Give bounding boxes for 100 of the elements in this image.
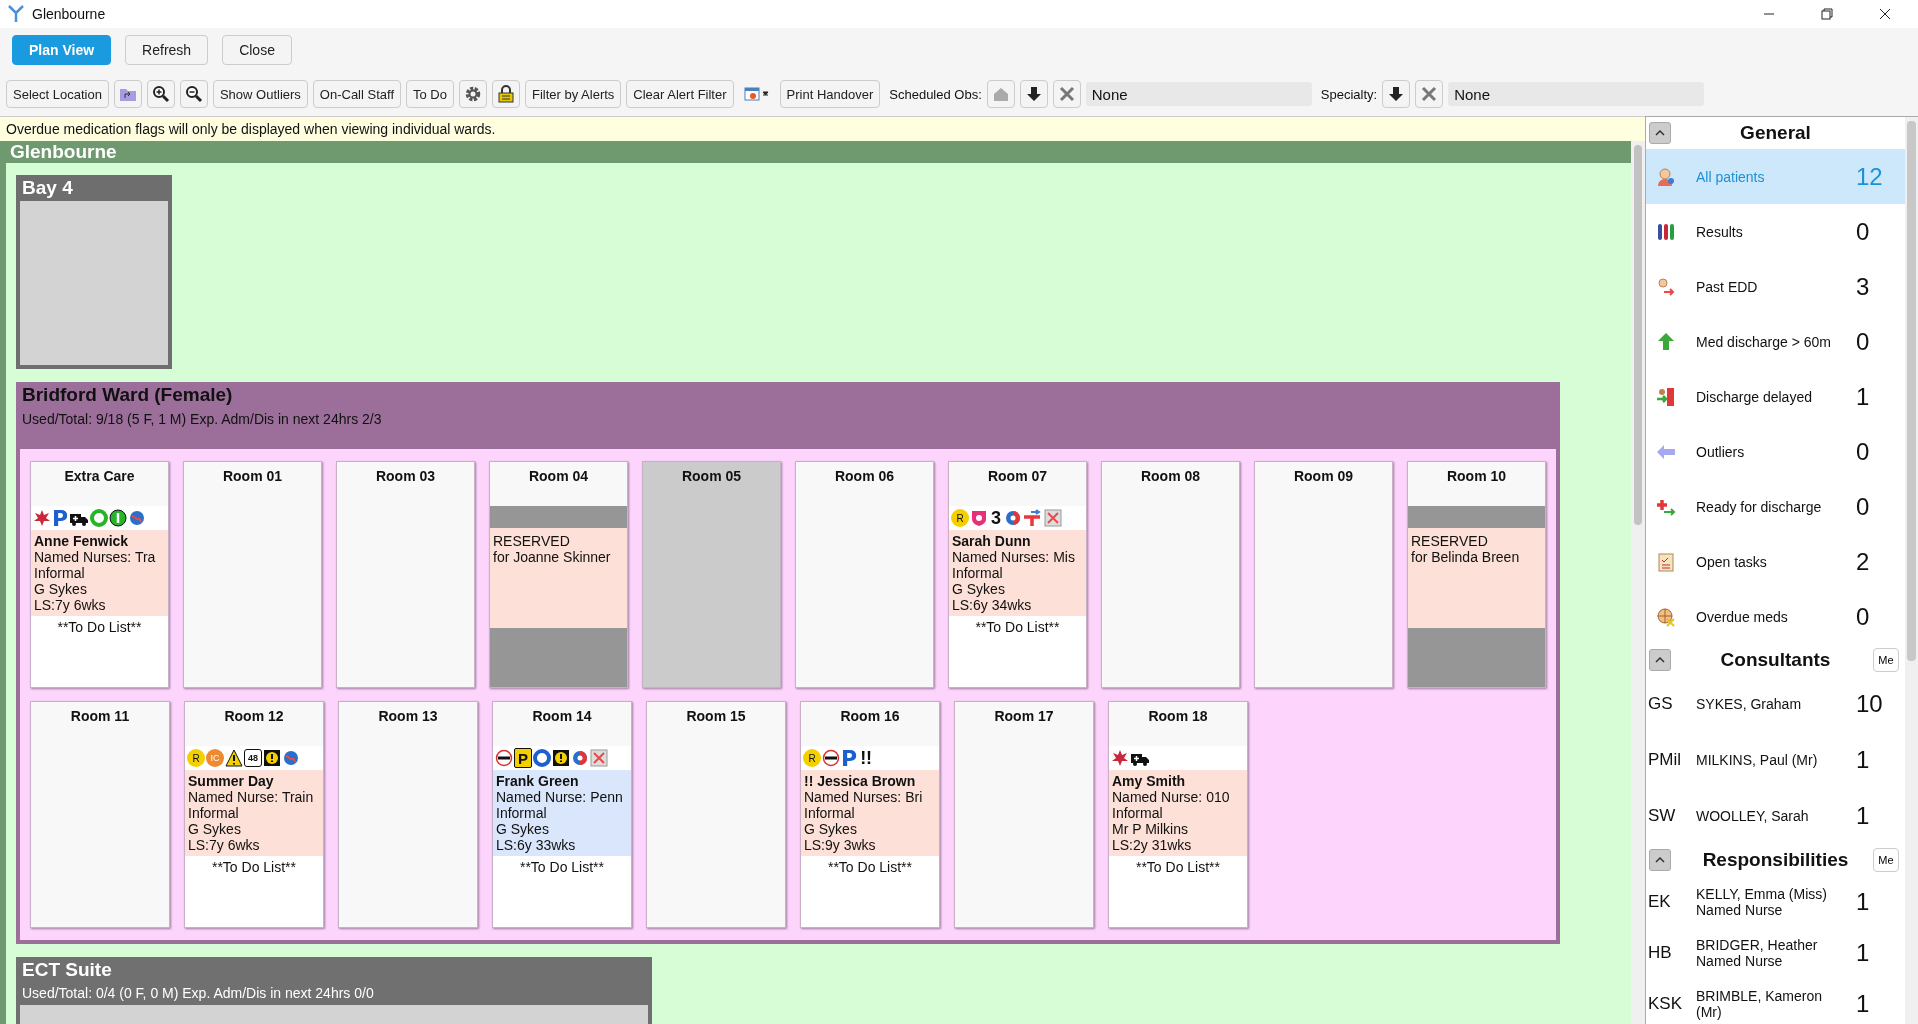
scrollbar[interactable]	[1905, 117, 1918, 1024]
room-title: Room 01	[184, 462, 321, 506]
toolbar-label: Scheduled Obs:	[889, 86, 982, 102]
toolbar-button[interactable]: To Do	[406, 80, 454, 108]
room-card[interactable]: Extra Care P Anne Fenwick Named Nurses: Tra Informal G Sykes LS:7y 6wks **To Do List**	[30, 461, 169, 688]
cross-icon	[1044, 509, 1062, 527]
patient-name: Summer Day	[188, 773, 275, 789]
settings-icon[interactable]	[459, 80, 487, 108]
staff-count: 1	[1856, 989, 1871, 1018]
toolbar-button[interactable]: Show Outliers	[212, 80, 308, 108]
reservation-text: for Belinda Breen	[1411, 549, 1521, 565]
room-title: Room 16	[801, 702, 939, 746]
room-card[interactable]: Room 07 R 3 Sarah Dunn Named Nurses: Mis Informal G Sykes LS:6y 34wks **To Do List**	[948, 461, 1087, 688]
restore-icon[interactable]	[1821, 8, 1833, 20]
patient-detail: Named Nurse: Penn	[496, 789, 624, 805]
filter-item[interactable]: Overdue meds 0	[1646, 589, 1905, 644]
toolbar-button[interactable]: On-Call Staff	[312, 80, 401, 108]
filter-item[interactable]: Results 0	[1646, 204, 1905, 259]
collapse-button[interactable]	[1649, 849, 1671, 871]
me-button[interactable]: Me	[1873, 848, 1899, 872]
staff-name: MILKINS, Paul (Mr)	[1696, 752, 1818, 768]
room-card[interactable]: Room 15	[646, 701, 786, 928]
toolbar-button[interactable]: Clear Alert Filter	[626, 80, 734, 108]
split-circle-icon	[1004, 509, 1022, 527]
staff-item[interactable]: EK KELLY, Emma (Miss) Named Nurse 1	[1646, 876, 1905, 927]
todo-link[interactable]: **To Do List**	[31, 616, 168, 635]
room-title: Room 12	[185, 702, 323, 746]
room-card[interactable]: Room 17	[954, 701, 1094, 928]
room-card[interactable]: Room 13	[338, 701, 478, 928]
patient-detail: Named Nurses: Mis	[952, 549, 1076, 565]
todo-link[interactable]: **To Do List**	[949, 616, 1086, 635]
me-button[interactable]: Me	[1873, 648, 1899, 672]
ring-icon	[533, 749, 551, 767]
patient-name: Frank Green	[496, 773, 580, 789]
zoom-in-icon[interactable]	[146, 80, 175, 108]
room-card[interactable]: Room 10 RESERVED for Belinda Breen	[1407, 461, 1546, 688]
suite-title: ECT Suite	[21, 958, 113, 982]
collapse-button[interactable]	[1649, 649, 1671, 671]
todo-link[interactable]: **To Do List**	[801, 856, 939, 875]
room-card[interactable]: Room 03	[336, 461, 475, 688]
caret-icon	[1655, 857, 1665, 863]
filter-item[interactable]: Outliers 0	[1646, 424, 1905, 479]
filter-item[interactable]: Past EDD 3	[1646, 259, 1905, 314]
reservation-text: RESERVED	[493, 533, 571, 549]
scrollbar[interactable]	[1631, 141, 1645, 1024]
collapse-button[interactable]	[1649, 122, 1671, 144]
splat-icon	[33, 509, 51, 527]
close-icon[interactable]	[1879, 8, 1891, 20]
staff-role: Named Nurse	[1696, 901, 1783, 918]
flag-text: !!	[859, 749, 874, 767]
staff-item[interactable]: SW WOOLLEY, Sarah 1	[1646, 788, 1905, 844]
todo-link[interactable]: **To Do List**	[185, 856, 323, 875]
room-card[interactable]: Room 08	[1101, 461, 1240, 688]
lock-icon[interactable]	[492, 80, 520, 108]
filter-field[interactable]: None	[1448, 82, 1705, 106]
staff-item[interactable]: HB BRIDGER, Heather Named Nurse 1	[1646, 927, 1905, 978]
filter-item[interactable]: Ready for discharge 0	[1646, 479, 1905, 534]
room-card[interactable]: Room 11	[30, 701, 170, 928]
toolbar-button[interactable]: Print Handover	[779, 80, 881, 108]
window-title: Glenbourne	[32, 6, 106, 22]
room-card[interactable]: Room 16 R P!! !! Jessica Brown Named Nurses: Bri Informal G Sykes LS:9y 3wks **To Do List**	[800, 701, 940, 928]
filter-item[interactable]: Med discharge > 60m 0	[1646, 314, 1905, 369]
filter-field[interactable]: None	[1085, 82, 1312, 106]
filter-count: 0	[1856, 437, 1871, 466]
room-card[interactable]: Room 01	[183, 461, 322, 688]
room-card[interactable]: Room 04 RESERVED for Joanne Skinner	[489, 461, 628, 688]
patient-detail: G Sykes	[952, 581, 1006, 597]
patient-detail: Informal	[34, 565, 86, 581]
folder-icon[interactable]	[113, 80, 142, 108]
filter-count: 2	[1856, 547, 1871, 576]
section-title: Responsibilities	[1702, 849, 1849, 871]
toolbar-button[interactable]: Select Location	[6, 80, 109, 108]
action-button[interactable]: Close	[222, 35, 292, 65]
staff-count: 1	[1856, 887, 1871, 916]
room-card[interactable]: Room 14 P Frank Green Named Nurse: Penn Informal G Sykes LS:6y 33wks **To Do List**	[492, 701, 632, 928]
todo-link[interactable]: **To Do List**	[493, 856, 631, 875]
room-card[interactable]: Room 05	[642, 461, 781, 688]
filter-count: 0	[1856, 602, 1871, 631]
room-card[interactable]: Room 18 Amy Smith Named Nurse: 010 Informal Mr P Milkins LS:2y 31wks **To Do List**	[1108, 701, 1248, 928]
patient-name: !! Jessica Brown	[804, 773, 917, 789]
patient-detail: Informal	[188, 805, 240, 821]
filter-item[interactable]: Open tasks 2	[1646, 534, 1905, 589]
no-entry-icon	[822, 749, 840, 767]
toolbar-button[interactable]: Filter by Alerts	[525, 80, 622, 108]
todo-link[interactable]: **To Do List**	[1109, 856, 1247, 875]
ward-title: Bridford Ward (Female)	[21, 384, 234, 407]
staff-initials: EK	[1648, 891, 1672, 912]
alert-icon	[552, 749, 570, 767]
filter-item[interactable]: Discharge delayed 1	[1646, 369, 1905, 424]
room-card[interactable]: Room 12 R IC 48 Summer Day Named Nurse: Train Informal G Sykes LS:7y 6wks **To Do List**	[184, 701, 324, 928]
room-title: Room 07	[949, 462, 1086, 506]
staff-item[interactable]: GS SYKES, Graham 10	[1646, 676, 1905, 732]
staff-item[interactable]: PMil MILKINS, Paul (Mr) 1	[1646, 732, 1905, 788]
staff-initials: SW	[1648, 806, 1677, 826]
room-card[interactable]: Room 09	[1254, 461, 1393, 688]
parking-sign: P	[52, 509, 69, 527]
action-button[interactable]: Refresh	[125, 35, 209, 65]
zoom-out-icon[interactable]	[179, 80, 208, 108]
room-title: Room 09	[1255, 462, 1392, 506]
room-card[interactable]: Room 06	[795, 461, 934, 688]
